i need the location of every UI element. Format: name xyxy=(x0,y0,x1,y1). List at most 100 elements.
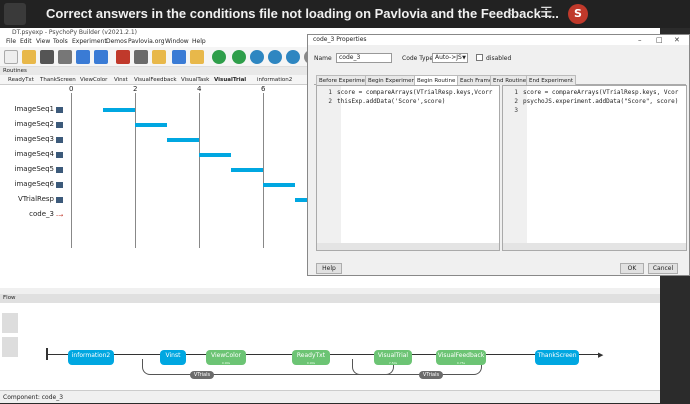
component-label[interactable]: imageSeq5 xyxy=(0,165,54,173)
code-line: 1 score = compareArrays(VTrialResp.keys, … xyxy=(514,89,679,96)
help-button[interactable]: Help xyxy=(316,263,342,274)
maximize-icon[interactable]: □ xyxy=(656,35,663,45)
settings-icon[interactable] xyxy=(152,50,166,64)
redo-icon[interactable] xyxy=(94,50,108,64)
tab-visualtask[interactable]: VisualTask xyxy=(181,75,209,85)
insert-loop-button[interactable] xyxy=(2,337,18,357)
menu-demos[interactable]: Demos xyxy=(106,37,127,47)
code-icon[interactable]: -→ xyxy=(56,212,63,219)
menu-view[interactable]: View xyxy=(36,37,50,47)
image-icon[interactable] xyxy=(56,122,63,128)
component-duration-bar[interactable] xyxy=(231,168,263,172)
hamburger-menu-icon[interactable]: ☰ xyxy=(540,5,558,23)
menu-edit[interactable]: Edit xyxy=(20,37,32,47)
gridline xyxy=(135,93,136,248)
flow-arrow-icon: ▶ xyxy=(598,351,604,359)
save-as-icon[interactable] xyxy=(58,50,72,64)
flow-routine-readytxt[interactable]: ReadyTxt 0.90s xyxy=(292,350,330,365)
tab-visualtrial[interactable]: VisualTrial xyxy=(214,75,246,85)
horizontal-scrollbar[interactable] xyxy=(317,243,499,250)
minimize-icon[interactable]: – xyxy=(638,35,642,45)
flow-label: VisualFeedback xyxy=(437,352,485,359)
topic-title[interactable]: Correct answers in the conditions file n… xyxy=(46,6,559,21)
menu-window[interactable]: Window xyxy=(165,37,189,47)
image-icon[interactable] xyxy=(56,107,63,113)
component-label[interactable]: imageSeq4 xyxy=(0,150,54,158)
image-icon[interactable] xyxy=(56,137,63,143)
component-duration-bar[interactable] xyxy=(167,138,199,142)
tab-visualfeedback[interactable]: VisualFeedback xyxy=(134,75,177,85)
tab-readytxt[interactable]: ReadyTxt xyxy=(8,75,34,85)
upload-globe-icon[interactable] xyxy=(286,50,300,64)
close-icon[interactable]: ✕ xyxy=(674,35,680,45)
gridline xyxy=(71,93,72,248)
component-duration-bar[interactable] xyxy=(135,123,167,127)
undo-icon[interactable] xyxy=(76,50,90,64)
code-type-select[interactable]: Auto->JS ▼ xyxy=(432,53,468,63)
component-label[interactable]: imageSeq6 xyxy=(0,180,54,188)
new-file-icon[interactable] xyxy=(4,50,18,64)
python-code-editor[interactable]: 1 score = compareArrays(VTrialResp.keys,V… xyxy=(316,85,500,251)
gear-icon[interactable] xyxy=(134,50,148,64)
tab-thankscreen[interactable]: ThankScreen xyxy=(40,75,76,85)
component-duration-bar[interactable] xyxy=(263,183,295,187)
component-label[interactable]: ImageSeq1 xyxy=(0,105,54,113)
forum-logo[interactable] xyxy=(4,3,26,25)
insert-routine-button[interactable] xyxy=(2,313,18,333)
run-icon[interactable] xyxy=(212,50,226,64)
component-duration-bar[interactable] xyxy=(295,198,308,202)
tab-begin-routine[interactable]: Begin Routine * xyxy=(414,75,463,85)
component-duration-bar[interactable] xyxy=(199,153,231,157)
flow-routine-visualfeedback[interactable]: VisualFeedback 0.75s xyxy=(436,350,486,365)
component-label[interactable]: imageSeq3 xyxy=(0,135,54,143)
search-icon[interactable]: ⌕ xyxy=(508,5,526,23)
menu-help[interactable]: Help xyxy=(192,37,206,47)
flow-routine-information2[interactable]: information2 xyxy=(68,350,114,365)
code-text: score = compareArrays(VTrialResp.keys, V… xyxy=(523,89,679,96)
tab-end-experiment[interactable]: End Experiment xyxy=(526,75,576,85)
menu-experiment[interactable]: Experiment xyxy=(72,37,107,47)
name-field[interactable]: code_3 xyxy=(336,53,392,63)
time-tick-0: 0 xyxy=(69,85,74,93)
menu-pavlovia[interactable]: Pavlovia.org xyxy=(128,37,165,47)
avatar[interactable]: S xyxy=(568,4,588,24)
code-text: score = compareArrays(VTrialResp.keys,Vc… xyxy=(337,89,493,96)
js-code-editor[interactable]: 1 score = compareArrays(VTrialResp.keys, … xyxy=(502,85,687,251)
loop-vtrials-2[interactable]: VTrials xyxy=(419,371,443,379)
tab-vinst[interactable]: Vinst xyxy=(114,75,128,85)
keyboard-icon[interactable] xyxy=(56,197,63,203)
ok-button[interactable]: OK xyxy=(620,263,644,274)
component-duration-bar[interactable] xyxy=(103,108,135,112)
horizontal-scrollbar[interactable] xyxy=(503,243,686,250)
menu-file[interactable]: File xyxy=(6,37,16,47)
code-properties-dialog: code_3 Properties – □ ✕ Name code_3 Code… xyxy=(307,34,690,276)
loop-vtrials-1[interactable]: VTrials xyxy=(190,371,214,379)
component-label[interactable]: code_3 xyxy=(0,210,54,218)
flow-routine-visualtrial[interactable]: VisualTrial 7.50s xyxy=(374,350,412,365)
component-label[interactable]: imageSeq2 xyxy=(0,120,54,128)
tab-begin-experiment[interactable]: Begin Experiment xyxy=(365,75,421,85)
python-icon[interactable] xyxy=(172,50,186,64)
save-icon[interactable] xyxy=(40,50,54,64)
image-icon[interactable] xyxy=(56,167,63,173)
tab-information2[interactable]: information2 xyxy=(257,75,292,85)
menu-tools[interactable]: Tools xyxy=(53,37,68,47)
component-label[interactable]: VTrialResp xyxy=(0,195,54,203)
image-icon[interactable] xyxy=(56,182,63,188)
tab-viewcolor[interactable]: ViewColor xyxy=(80,75,107,85)
pilot-icon[interactable] xyxy=(232,50,246,64)
monitor-icon[interactable] xyxy=(116,50,130,64)
flow-start xyxy=(46,348,48,360)
tab-end-routine[interactable]: End Routine xyxy=(490,75,530,85)
flow-routine-vinst[interactable]: Vinst xyxy=(160,350,186,365)
flow-routine-thankscreen[interactable]: ThankScreen xyxy=(535,350,579,365)
flow-routine-viewcolor[interactable]: ViewColor 0.90s xyxy=(206,350,246,365)
disabled-checkbox[interactable] xyxy=(476,54,483,61)
cancel-button[interactable]: Cancel xyxy=(648,263,678,274)
js-icon[interactable] xyxy=(190,50,204,64)
flow-sublabel: 7.50s xyxy=(388,361,398,365)
image-icon[interactable] xyxy=(56,152,63,158)
sync-globe-icon[interactable] xyxy=(268,50,282,64)
globe-icon[interactable] xyxy=(250,50,264,64)
open-folder-icon[interactable] xyxy=(22,50,36,64)
